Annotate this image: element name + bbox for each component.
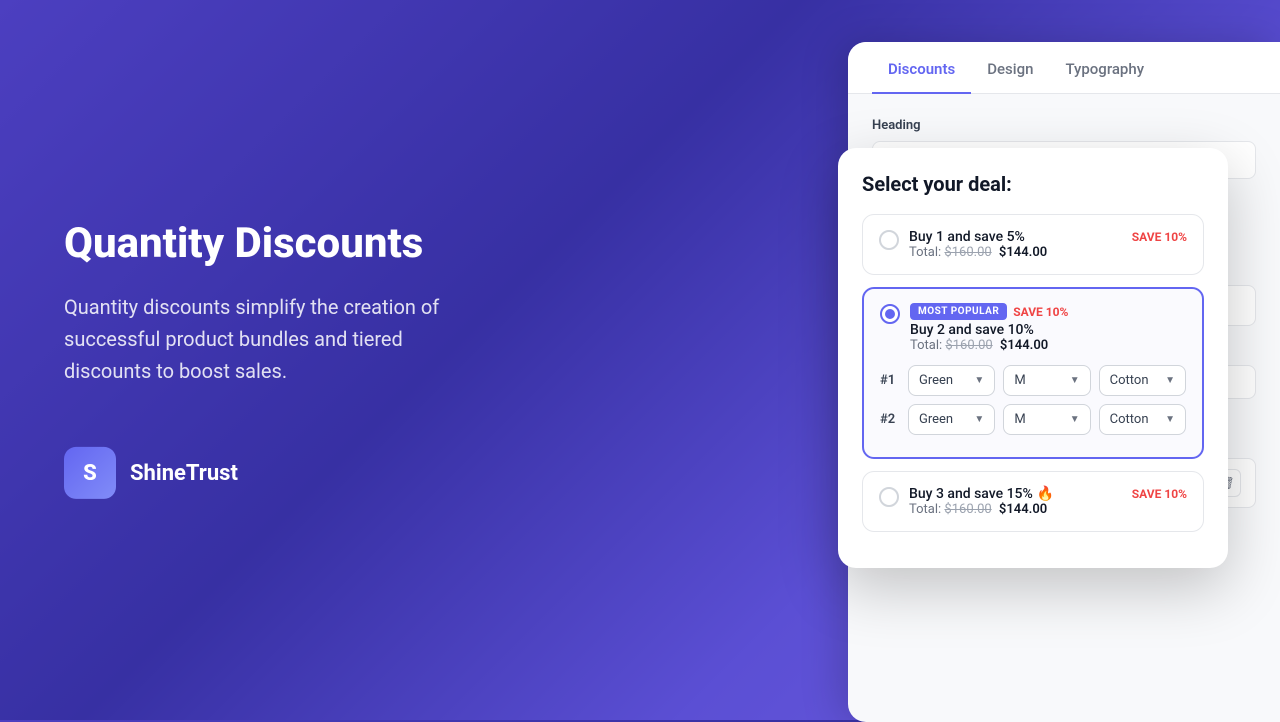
tab-discounts[interactable]: Discounts: [872, 42, 971, 94]
deal-option-3[interactable]: Buy 3 and save 15% 🔥 SAVE 10% Total: $16…: [862, 471, 1204, 532]
deal-total-2: Buy 2 and save 10% Total: $160.00 $144.0…: [910, 322, 1186, 353]
chevron-down-icon: ▼: [1070, 375, 1080, 386]
save-badge-2: SAVE 10%: [1013, 305, 1068, 319]
discounted-price-2: $144.00: [1000, 338, 1048, 353]
brand-name: ShineTrust: [130, 461, 238, 486]
variation-num-2: #2: [880, 412, 900, 427]
deal-top-1: Buy 1 and save 5% SAVE 10%: [909, 229, 1187, 245]
deal-text-1: Buy 1 and save 5%: [909, 229, 1025, 245]
tab-typography[interactable]: Typography: [1049, 42, 1160, 94]
fire-emoji: 🔥: [1037, 486, 1054, 502]
variation-num-1: #1: [880, 373, 900, 388]
original-price-2: $160.00: [945, 338, 992, 353]
brand: S ShineTrust: [64, 447, 484, 499]
deal-header-1: Buy 1 and save 5% SAVE 10% Total: $160.0…: [879, 229, 1187, 260]
overlay-title: Select your deal:: [862, 172, 1204, 196]
heading-label: Heading: [872, 118, 1256, 133]
save-badge-3: SAVE 10%: [1132, 487, 1187, 501]
chevron-down-icon: ▼: [1070, 414, 1080, 425]
page-description: Quantity discounts simplify the creation…: [64, 291, 484, 387]
page-title: Quantity Discounts: [64, 221, 484, 267]
variation-2-color[interactable]: Green ▼: [908, 404, 995, 435]
deal-top-3: Buy 3 and save 15% 🔥 SAVE 10%: [909, 486, 1187, 502]
brand-logo: S: [64, 447, 116, 499]
deal-info-1: Buy 1 and save 5% SAVE 10% Total: $160.0…: [909, 229, 1187, 260]
radio-3[interactable]: [879, 487, 899, 507]
variation-1-material[interactable]: Cotton ▼: [1099, 365, 1186, 396]
variation-2-material[interactable]: Cotton ▼: [1099, 404, 1186, 435]
chevron-down-icon: ▼: [1165, 414, 1175, 425]
radio-2[interactable]: [880, 304, 900, 324]
chevron-down-icon: ▼: [1165, 375, 1175, 386]
tab-design[interactable]: Design: [971, 42, 1049, 94]
deal-header-3: Buy 3 and save 15% 🔥 SAVE 10% Total: $16…: [879, 486, 1187, 517]
save-badge-1: SAVE 10%: [1132, 230, 1187, 244]
variation-2-size[interactable]: M ▼: [1003, 404, 1090, 435]
variations-grid: #1 Green ▼ M ▼ Cotton ▼ #2 Green ▼: [880, 365, 1186, 435]
variation-row-2: #2 Green ▼ M ▼ Cotton ▼: [880, 404, 1186, 435]
original-price-3: $160.00: [944, 502, 991, 517]
deal-total-1: Total: $160.00 $144.00: [909, 245, 1187, 260]
deal-total-3: Total: $160.00 $144.00: [909, 502, 1187, 517]
variation-1-color[interactable]: Green ▼: [908, 365, 995, 396]
deal-info-2: MOST POPULAR SAVE 10% Buy 2 and save 10%…: [910, 303, 1186, 353]
overlay-card: Select your deal: Buy 1 and save 5% SAVE…: [838, 148, 1228, 568]
left-panel: Quantity Discounts Quantity discounts si…: [64, 221, 484, 499]
original-price-1: $160.00: [944, 245, 991, 260]
discounted-price-1: $144.00: [999, 245, 1047, 260]
variation-row-1: #1 Green ▼ M ▼ Cotton ▼: [880, 365, 1186, 396]
deal-option-1[interactable]: Buy 1 and save 5% SAVE 10% Total: $160.0…: [862, 214, 1204, 275]
tab-bar: Discounts Design Typography: [848, 42, 1280, 94]
deal-text-3: Buy 3 and save 15% 🔥: [909, 486, 1054, 502]
chevron-down-icon: ▼: [974, 414, 984, 425]
deal-option-2[interactable]: MOST POPULAR SAVE 10% Buy 2 and save 10%…: [862, 287, 1204, 459]
radio-1[interactable]: [879, 230, 899, 250]
deal-text-2: Buy 2 and save 10%: [910, 322, 1186, 338]
chevron-down-icon: ▼: [974, 375, 984, 386]
discounted-price-3: $144.00: [999, 502, 1047, 517]
variation-1-size[interactable]: M ▼: [1003, 365, 1090, 396]
deal-header-2: MOST POPULAR SAVE 10% Buy 2 and save 10%…: [880, 303, 1186, 353]
most-popular-badge: MOST POPULAR: [910, 303, 1007, 320]
deal-info-3: Buy 3 and save 15% 🔥 SAVE 10% Total: $16…: [909, 486, 1187, 517]
deal-badges-2: MOST POPULAR SAVE 10%: [910, 303, 1186, 320]
